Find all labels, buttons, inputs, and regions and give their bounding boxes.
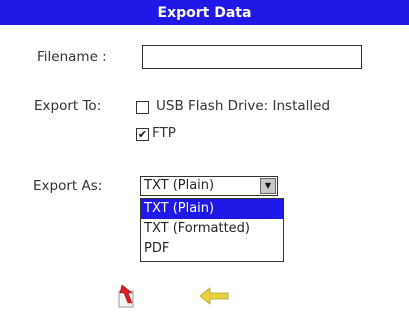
dropdown-arrow-icon[interactable]: ▼ <box>260 178 276 194</box>
usb-checkbox-label[interactable]: USB Flash Drive: Installed <box>156 98 330 114</box>
format-option-txt-formatted[interactable]: TXT (Formatted) <box>141 219 283 239</box>
ftp-checkbox-label[interactable]: FTP <box>152 125 176 141</box>
export-as-label: Export As: <box>33 178 103 194</box>
title-bar: Export Data <box>0 0 409 25</box>
format-select[interactable]: TXT (Plain) ▼ <box>140 176 278 196</box>
filename-label: Filename : <box>37 49 107 65</box>
export-to-label: Export To: <box>34 98 102 114</box>
format-dropdown-list: TXT (Plain) TXT (Formatted) PDF <box>140 198 284 262</box>
window-title: Export Data <box>157 4 252 21</box>
ftp-checkbox[interactable]: ✔ <box>136 128 149 141</box>
back-icon[interactable] <box>198 286 230 306</box>
export-icon[interactable] <box>116 283 142 309</box>
usb-checkbox[interactable] <box>136 101 149 114</box>
filename-input[interactable] <box>142 45 362 69</box>
format-option-pdf[interactable]: PDF <box>141 239 283 259</box>
format-option-txt-plain[interactable]: TXT (Plain) <box>141 199 283 219</box>
format-select-value: TXT (Plain) <box>144 178 215 193</box>
